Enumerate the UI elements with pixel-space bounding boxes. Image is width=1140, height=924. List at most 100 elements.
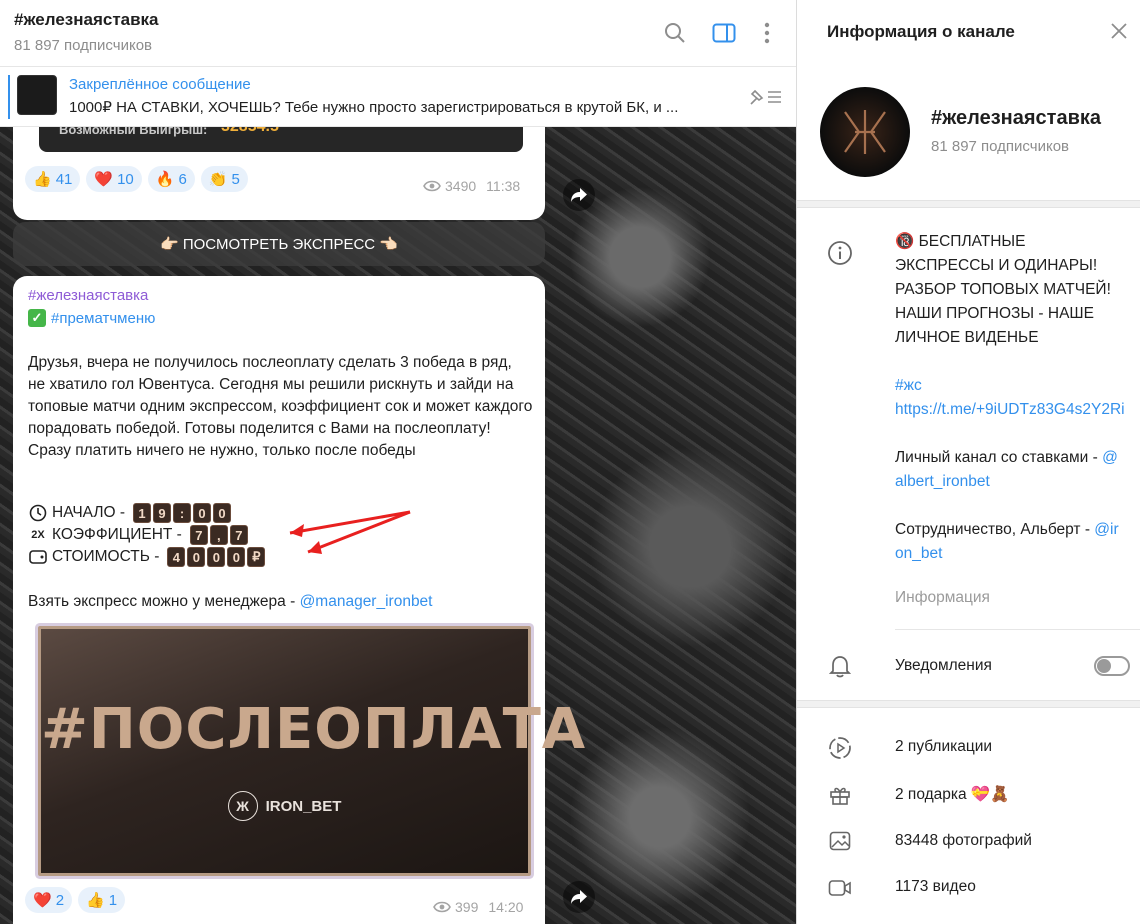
reaction-heart[interactable]: ❤️ 10 <box>86 166 142 192</box>
views-count: 3490 <box>445 178 477 194</box>
channel-info-panel: Информация о канале #железнаяставка 81 8… <box>797 0 1140 924</box>
reaction-fire[interactable]: 🔥 6 <box>147 166 195 192</box>
hashtag-link[interactable]: #прематчменю <box>51 310 155 327</box>
reactions: ❤️ 2 👍 1 <box>25 887 126 913</box>
wallet-icon <box>29 550 47 564</box>
more-vertical-icon <box>764 22 770 44</box>
digit: 1 <box>133 503 152 523</box>
notifications-toggle[interactable] <box>1094 656 1130 676</box>
digit: 0 <box>213 503 232 523</box>
promo-logo: Ж IRON_BET <box>41 791 528 821</box>
pinned-message-bar[interactable]: Закреплённое сообщение 1000₽ НА СТАВКИ, … <box>0 67 796 127</box>
hashtag-line: ✓ #прематчменю <box>28 309 155 327</box>
info-panel-title: Информация о канале <box>827 22 1015 41</box>
eye-icon <box>433 901 451 913</box>
coefficient-digits: 7 , 7 <box>189 525 248 545</box>
start-row: НАЧАЛО - 1 9 : 0 0 <box>28 503 232 523</box>
promo-image[interactable]: #ПОСЛЕОПЛАТА Ж IRON_BET <box>38 626 585 876</box>
reaction-count: 2 <box>55 891 65 909</box>
digit: 0 <box>193 503 212 523</box>
videos-row-icon <box>827 875 853 901</box>
more-options-button[interactable] <box>754 20 780 46</box>
clock-icon <box>29 504 47 522</box>
coop-text: Сотрудничество, Альберт - <box>895 521 1095 538</box>
notifications-label: Уведомления <box>895 657 992 674</box>
channel-about: 🔞 БЕСПЛАТНЫЕ ЭКСПРЕССЫ И ОДИНАРЫ! РАЗБОР… <box>895 230 1125 566</box>
pinned-indicator <box>8 75 10 119</box>
gift-icon <box>830 787 850 805</box>
message-channel-tag[interactable]: #железнаяставка <box>28 287 148 304</box>
chat-header: #железнаяставка 81 897 подписчиков <box>0 0 796 67</box>
channel-subscribers: 81 897 подписчиков <box>931 138 1070 155</box>
reaction-clap[interactable]: 👏 5 <box>200 166 248 192</box>
publications-item[interactable]: 2 публикации <box>895 738 992 756</box>
channel-name: #железнаяставка <box>931 107 1102 129</box>
about-hashtag[interactable]: #жс <box>895 374 1125 398</box>
about-description: 🔞 БЕСПЛАТНЫЕ ЭКСПРЕССЫ И ОДИНАРЫ! РАЗБОР… <box>895 233 1111 346</box>
info-icon <box>828 241 852 265</box>
message-time: 11:38 <box>486 178 521 194</box>
chat-panel: Возможный Выигрыш: 32854.5 👍41 ❤️10 🔥6 👏… <box>0 0 797 924</box>
message-bubble: #железнаяставка ✓ #прематчменю Друзья, в… <box>13 276 585 924</box>
search-icon <box>665 23 685 43</box>
photos-row-icon <box>827 828 853 854</box>
sidebar-panel-icon <box>712 23 736 43</box>
reactions: 👍 41 ❤️ 10 🔥 6 👏 5 <box>25 166 248 192</box>
start-digits: 1 9 : 0 0 <box>133 503 232 523</box>
brand-logo-icon: Ж <box>227 791 258 821</box>
stories-icon <box>829 737 851 759</box>
reaction-count: 6 <box>178 170 187 188</box>
pinned-thumbnail <box>17 75 57 115</box>
digit: 9 <box>153 503 172 523</box>
channel-logo-icon <box>844 110 886 154</box>
views-count: 399 <box>455 899 479 915</box>
promo-brand: IRON_BET <box>265 797 342 815</box>
digit: 7 <box>189 525 208 545</box>
videos-item[interactable]: 1173 видео <box>895 878 976 896</box>
close-button[interactable] <box>1110 22 1128 44</box>
digit: ₽ <box>247 547 266 567</box>
forward-button[interactable] <box>563 881 595 913</box>
check-mark-icon: ✓ <box>28 309 46 327</box>
cost-digits: 4 0 0 0 ₽ <box>167 547 266 567</box>
photos-item[interactable]: 83448 фотографий <box>895 832 1032 850</box>
about-caption: Информация <box>895 589 990 606</box>
share-arrow-icon <box>571 890 587 904</box>
manager-link[interactable]: @manager_ironbet <box>300 593 433 610</box>
coefficient-row: 2X КОЭФФИЦИЕНТ - 7 , 7 <box>28 525 248 545</box>
reaction-count: 5 <box>231 170 240 188</box>
invite-link[interactable]: https://t.me/+9iUDTz83G4s2Y2Ri <box>895 398 1125 422</box>
divider <box>895 629 1140 630</box>
search-button[interactable] <box>662 20 688 46</box>
gifts-item[interactable]: 2 подарка 💝🧸 <box>895 785 1010 804</box>
pinned-list-button[interactable] <box>748 85 782 111</box>
reaction-count: 1 <box>108 891 118 909</box>
digit: 0 <box>227 547 246 567</box>
info-row-icon <box>827 240 853 266</box>
view-express-button[interactable]: 👉🏻 ПОСМОТРЕТЬ ЭКСПРЕСС 👈🏻 <box>13 222 545 266</box>
cooperation-line: Сотрудничество, Альберт - @iron_bet <box>895 518 1125 566</box>
manager-line: Взять экспресс можно у менеджера - @mana… <box>28 593 433 611</box>
reaction-count: 41 <box>55 170 73 188</box>
section-divider <box>797 200 1140 208</box>
cost-label: СТОИМОСТЬ - <box>52 548 160 565</box>
digit: 0 <box>207 547 226 567</box>
reaction-thumbs-up[interactable]: 👍 41 <box>25 166 81 192</box>
channel-avatar[interactable] <box>820 87 910 177</box>
reaction-heart[interactable]: ❤️ 2 <box>25 887 73 913</box>
coefficient-label: КОЭФФИЦИЕНТ - <box>52 526 182 543</box>
forward-button[interactable] <box>563 179 595 211</box>
video-icon <box>828 880 851 896</box>
section-divider <box>797 700 1140 708</box>
chat-subscribers: 81 897 подписчиков <box>14 37 153 54</box>
notifications-row-icon <box>827 653 853 679</box>
toggle-info-panel-button[interactable] <box>711 20 737 46</box>
digit: 4 <box>167 547 186 567</box>
pinned-text: 1000₽ НА СТАВКИ, ХОЧЕШЬ? Тебе нужно прос… <box>69 99 679 116</box>
chat-title[interactable]: #железнаяставка <box>14 10 159 30</box>
personal-channel-line: Личный канал со ставками - @albert_ironb… <box>895 446 1125 494</box>
start-label: НАЧАЛО - <box>52 504 126 521</box>
share-arrow-icon <box>571 188 587 202</box>
personal-text: Личный канал со ставками - <box>895 449 1103 466</box>
reaction-thumbs-up[interactable]: 👍 1 <box>78 887 126 913</box>
